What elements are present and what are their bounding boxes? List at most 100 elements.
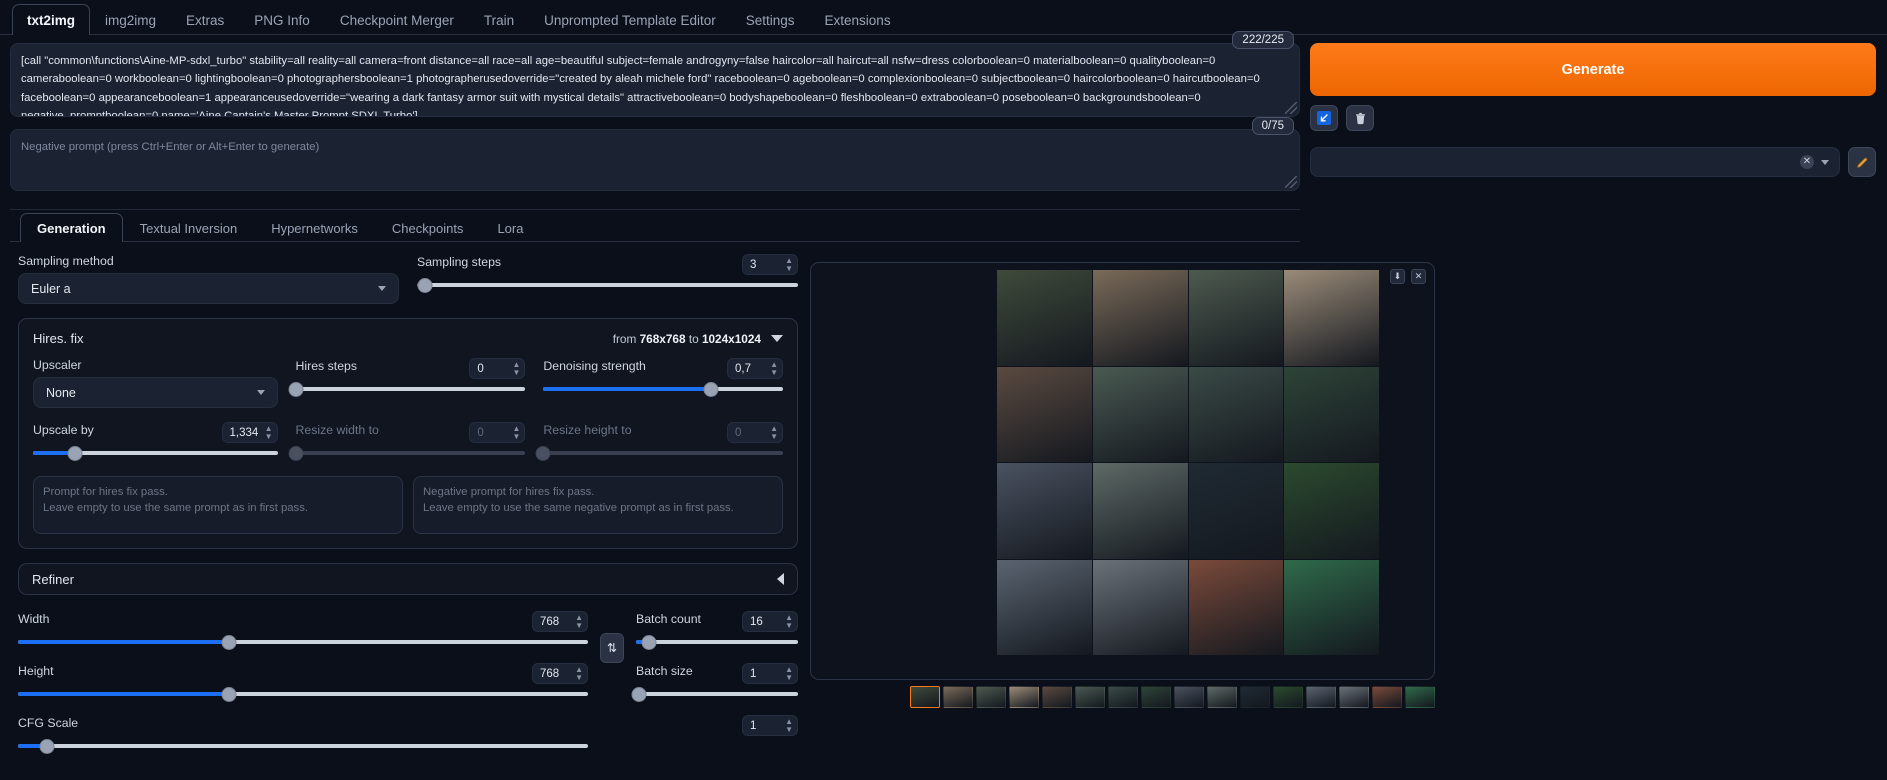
gallery-image-7[interactable] [1189, 367, 1284, 463]
upscale-by-numbox[interactable]: 1,334 ▲▼ [222, 422, 278, 443]
stepper-icon[interactable]: ▲▼ [770, 361, 778, 377]
gallery-image-15[interactable] [1189, 560, 1284, 656]
stepper-icon[interactable]: ▲▼ [785, 257, 793, 273]
close-icon[interactable]: ✕ [1800, 155, 1814, 169]
subtab-lora[interactable]: Lora [480, 213, 540, 242]
resize-height-slider[interactable] [543, 446, 783, 460]
gallery-thumbnail-3[interactable] [976, 686, 1006, 708]
stepper-icon[interactable]: ▲▼ [265, 425, 273, 441]
gallery-thumbnail-4[interactable] [1009, 686, 1039, 708]
gallery-image-9[interactable] [997, 463, 1092, 559]
upscaler-dropdown[interactable]: None [33, 377, 278, 408]
gallery-image-10[interactable] [1093, 463, 1188, 559]
tab-extras[interactable]: Extras [171, 4, 239, 35]
subtab-hypernetworks[interactable]: Hypernetworks [254, 213, 375, 242]
gallery-grid [997, 270, 1379, 655]
styles-dropdown[interactable]: ✕ [1310, 147, 1840, 177]
negative-prompt-input[interactable]: Negative prompt (press Ctrl+Enter or Alt… [10, 129, 1300, 191]
height-numbox[interactable]: 768 ▲▼ [532, 663, 588, 684]
upscale-by-slider[interactable] [33, 446, 278, 460]
tab-checkpoint-merger[interactable]: Checkpoint Merger [325, 4, 469, 35]
gallery-thumbnail-7[interactable] [1108, 686, 1138, 708]
denoising-strength-numbox[interactable]: 0,7 ▲▼ [727, 358, 783, 379]
tab-settings[interactable]: Settings [731, 4, 810, 35]
stepper-icon[interactable]: ▲▼ [785, 666, 793, 682]
sampling-steps-slider[interactable] [417, 278, 798, 292]
denoising-strength-slider[interactable] [543, 382, 783, 396]
tab-img2img[interactable]: img2img [90, 4, 171, 35]
edit-styles-button[interactable] [1848, 147, 1876, 177]
gallery-image-2[interactable] [1093, 270, 1188, 366]
chevron-left-icon[interactable] [777, 573, 784, 585]
hires-negative-prompt-input[interactable]: Negative prompt for hires fix pass. Leav… [413, 476, 783, 534]
gallery-image-13[interactable] [997, 560, 1092, 656]
chevron-down-icon[interactable] [771, 335, 783, 342]
close-icon[interactable]: ✕ [1411, 269, 1426, 284]
gallery-image-1[interactable] [997, 270, 1092, 366]
width-slider[interactable] [18, 635, 588, 649]
stepper-icon[interactable]: ▲▼ [575, 666, 583, 682]
gallery-image-6[interactable] [1093, 367, 1188, 463]
tab-extensions[interactable]: Extensions [810, 4, 906, 35]
restore-progress-button[interactable] [1310, 105, 1338, 131]
gallery-thumbnail-8[interactable] [1141, 686, 1171, 708]
height-slider[interactable] [18, 687, 588, 701]
resize-width-slider[interactable] [296, 446, 526, 460]
gallery-thumbnail-11[interactable] [1240, 686, 1270, 708]
resize-width-numbox[interactable]: 0 ▲▼ [469, 422, 525, 443]
chevron-down-icon[interactable] [1821, 160, 1829, 165]
stepper-icon[interactable]: ▲▼ [575, 614, 583, 630]
gallery-image-12[interactable] [1284, 463, 1379, 559]
gallery-thumbnail-6[interactable] [1075, 686, 1105, 708]
gallery-image-11[interactable] [1189, 463, 1284, 559]
positive-prompt-input[interactable]: [call "common\functions\Aine-MP-sdxl_tur… [10, 43, 1300, 117]
gallery-image-14[interactable] [1093, 560, 1188, 656]
hires-fix-card: Hires. fix from 768x768 to 1024x1024 [18, 318, 798, 549]
resize-grip-icon[interactable] [1285, 102, 1297, 114]
clear-prompt-button[interactable] [1346, 105, 1374, 131]
gallery-image-4[interactable] [1284, 270, 1379, 366]
refiner-accordion[interactable]: Refiner [18, 563, 798, 595]
gallery-thumbnail-12[interactable] [1273, 686, 1303, 708]
stepper-icon[interactable]: ▲▼ [785, 718, 793, 734]
gallery-image-5[interactable] [997, 367, 1092, 463]
gallery-image-8[interactable] [1284, 367, 1379, 463]
batch-size-numbox[interactable]: 1 ▲▼ [742, 663, 798, 684]
generate-button[interactable]: Generate [1310, 43, 1876, 96]
tab-train[interactable]: Train [469, 4, 529, 35]
batch-count-numbox[interactable]: 16 ▲▼ [742, 611, 798, 632]
batch-count-slider[interactable] [636, 635, 798, 649]
sampling-method-dropdown[interactable]: Euler a [18, 273, 399, 304]
hires-steps-slider[interactable] [296, 382, 526, 396]
gallery-image-16[interactable] [1284, 560, 1379, 656]
tab-unprompted-template-editor[interactable]: Unprompted Template Editor [529, 4, 731, 35]
cfg-scale-numbox[interactable]: 1 ▲▼ [742, 715, 798, 736]
cfg-scale-slider[interactable] [18, 739, 588, 753]
subtab-generation[interactable]: Generation [20, 213, 123, 242]
resize-grip-icon[interactable] [1285, 176, 1297, 188]
result-gallery[interactable]: ⬇ ✕ [810, 262, 1435, 680]
stepper-icon[interactable]: ▲▼ [512, 425, 520, 441]
gallery-thumbnail-1[interactable] [910, 686, 940, 708]
stepper-icon[interactable]: ▲▼ [770, 425, 778, 441]
download-icon[interactable]: ⬇ [1390, 269, 1405, 284]
gallery-thumbnail-9[interactable] [1174, 686, 1204, 708]
subtab-textual-inversion[interactable]: Textual Inversion [123, 213, 255, 242]
gallery-image-3[interactable] [1189, 270, 1284, 366]
gallery-thumbnail-10[interactable] [1207, 686, 1237, 708]
gallery-thumbnail-5[interactable] [1042, 686, 1072, 708]
stepper-icon[interactable]: ▲▼ [512, 361, 520, 377]
tab-txt2img[interactable]: txt2img [12, 4, 90, 35]
stepper-icon[interactable]: ▲▼ [785, 614, 793, 630]
hires-prompt-input[interactable]: Prompt for hires fix pass. Leave empty t… [33, 476, 403, 534]
tab-png-info[interactable]: PNG Info [239, 4, 325, 35]
subtab-checkpoints[interactable]: Checkpoints [375, 213, 481, 242]
batch-size-slider[interactable] [636, 687, 798, 701]
sampling-steps-numbox[interactable]: 3 ▲▼ [742, 254, 798, 275]
resize-height-numbox[interactable]: 0 ▲▼ [727, 422, 783, 443]
hires-fix-header[interactable]: Hires. fix from 768x768 to 1024x1024 [33, 331, 783, 346]
hires-steps-numbox[interactable]: 0 ▲▼ [469, 358, 525, 379]
width-numbox[interactable]: 768 ▲▼ [532, 611, 588, 632]
gallery-thumbnail-2[interactable] [943, 686, 973, 708]
swap-dimensions-button[interactable]: ⇅ [600, 633, 624, 663]
